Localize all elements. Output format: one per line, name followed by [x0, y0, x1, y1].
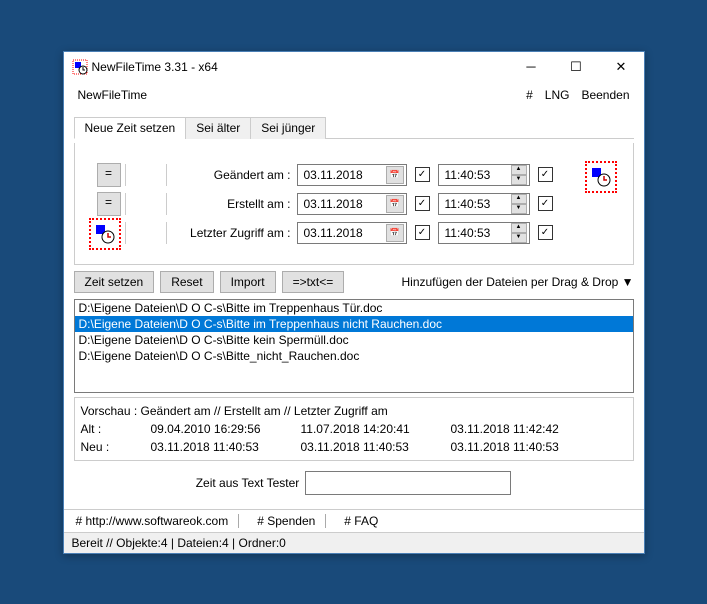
- tab-set-time[interactable]: Neue Zeit setzen: [74, 117, 187, 139]
- tab-older[interactable]: Sei älter: [185, 117, 251, 139]
- list-item[interactable]: D:\Eigene Dateien\D O C-s\Bitte_nicht_Ra…: [75, 348, 633, 364]
- get-time-icon[interactable]: [89, 218, 121, 250]
- preview-new-row: Neu : 03.11.2018 11:40:53 03.11.2018 11:…: [81, 438, 627, 456]
- check-modified-date[interactable]: ✓: [415, 167, 430, 182]
- tester-label: Zeit aus Text Tester: [196, 476, 300, 490]
- menu-hash[interactable]: #: [520, 86, 539, 104]
- app-icon: [72, 59, 88, 75]
- menubar: NewFileTime # LNG Beenden: [64, 82, 644, 108]
- check-accessed-date[interactable]: ✓: [415, 225, 430, 240]
- date-accessed[interactable]: 03.11.2018📅: [297, 222, 407, 244]
- time-modified[interactable]: 11:40:53▲▼: [438, 164, 530, 186]
- preview-header: Vorschau : Geändert am // Erstellt am //…: [81, 402, 627, 420]
- calendar-icon[interactable]: 📅: [386, 195, 404, 213]
- action-bar: Zeit setzen Reset Import =>txt<= Hinzufü…: [74, 271, 634, 293]
- preview-panel: Vorschau : Geändert am // Erstellt am //…: [74, 397, 634, 461]
- menu-lng[interactable]: LNG: [539, 86, 576, 104]
- set-time-icon[interactable]: [585, 161, 617, 193]
- content: Neue Zeit setzen Sei älter Sei jünger = …: [64, 108, 644, 509]
- slider-created[interactable]: [125, 193, 167, 215]
- label-created: Erstellt am :: [171, 197, 297, 211]
- label-modified: Geändert am :: [171, 168, 297, 182]
- eq-button-created[interactable]: =: [97, 192, 121, 216]
- list-item[interactable]: D:\Eigene Dateien\D O C-s\Bitte im Trepp…: [75, 300, 633, 316]
- spinner-icon[interactable]: ▲▼: [511, 194, 527, 214]
- reset-button[interactable]: Reset: [160, 271, 213, 293]
- link-donate[interactable]: # Spenden: [253, 514, 319, 528]
- spinner-icon[interactable]: ▲▼: [511, 165, 527, 185]
- spinner-icon[interactable]: ▲▼: [511, 223, 527, 243]
- slider-accessed[interactable]: [125, 222, 167, 244]
- file-list[interactable]: D:\Eigene Dateien\D O C-s\Bitte im Trepp…: [74, 299, 634, 393]
- list-item[interactable]: D:\Eigene Dateien\D O C-s\Bitte kein Spe…: [75, 332, 633, 348]
- dragdrop-menu[interactable]: Hinzufügen der Dateien per Drag & Drop ▼: [402, 275, 634, 289]
- eq-button-modified[interactable]: =: [97, 163, 121, 187]
- maximize-button[interactable]: ☐: [554, 52, 599, 82]
- tab-younger[interactable]: Sei jünger: [250, 117, 326, 139]
- row-modified: = Geändert am : 03.11.2018📅 ✓ 11:40:53▲▼…: [85, 163, 623, 187]
- titlebar: NewFileTime 3.31 - x64 ─ ☐ ✕: [64, 52, 644, 82]
- label-accessed: Letzter Zugriff am :: [171, 226, 297, 240]
- minimize-button[interactable]: ─: [509, 52, 554, 82]
- app-window: NewFileTime 3.31 - x64 ─ ☐ ✕ NewFileTime…: [63, 51, 645, 554]
- check-created-date[interactable]: ✓: [415, 196, 430, 211]
- check-accessed-time[interactable]: ✓: [538, 225, 553, 240]
- check-modified-time[interactable]: ✓: [538, 167, 553, 182]
- set-time-button[interactable]: Zeit setzen: [74, 271, 155, 293]
- import-button[interactable]: Import: [220, 271, 276, 293]
- calendar-icon[interactable]: 📅: [386, 224, 404, 242]
- link-homepage[interactable]: # http://www.softwareok.com: [72, 514, 233, 528]
- export-txt-button[interactable]: =>txt<=: [282, 271, 345, 293]
- calendar-icon[interactable]: 📅: [386, 166, 404, 184]
- slider-modified[interactable]: [125, 164, 167, 186]
- date-created[interactable]: 03.11.2018📅: [297, 193, 407, 215]
- menu-exit[interactable]: Beenden: [575, 86, 635, 104]
- link-faq[interactable]: # FAQ: [340, 514, 382, 528]
- tab-bar: Neue Zeit setzen Sei älter Sei jünger: [74, 116, 634, 139]
- close-button[interactable]: ✕: [599, 52, 644, 82]
- row-accessed: = Letzter Zugriff am : 03.11.2018📅 ✓ 11:…: [85, 221, 623, 245]
- time-accessed[interactable]: 11:40:53▲▼: [438, 222, 530, 244]
- row-created: = Erstellt am : 03.11.2018📅 ✓ 11:40:53▲▼…: [85, 192, 623, 216]
- tester-row: Zeit aus Text Tester: [74, 461, 634, 505]
- tester-input[interactable]: [305, 471, 511, 495]
- time-created[interactable]: 11:40:53▲▼: [438, 193, 530, 215]
- preview-old-row: Alt : 09.04.2010 16:29:56 11.07.2018 14:…: [81, 420, 627, 438]
- window-title: NewFileTime 3.31 - x64: [88, 60, 509, 74]
- check-created-time[interactable]: ✓: [538, 196, 553, 211]
- time-panel: = Geändert am : 03.11.2018📅 ✓ 11:40:53▲▼…: [74, 143, 634, 265]
- footer-links: # http://www.softwareok.com # Spenden # …: [64, 509, 644, 533]
- menu-app[interactable]: NewFileTime: [72, 86, 521, 104]
- list-item[interactable]: D:\Eigene Dateien\D O C-s\Bitte im Trepp…: [75, 316, 633, 332]
- date-modified[interactable]: 03.11.2018📅: [297, 164, 407, 186]
- status-bar: Bereit // Objekte:4 | Dateien:4 | Ordner…: [64, 533, 644, 553]
